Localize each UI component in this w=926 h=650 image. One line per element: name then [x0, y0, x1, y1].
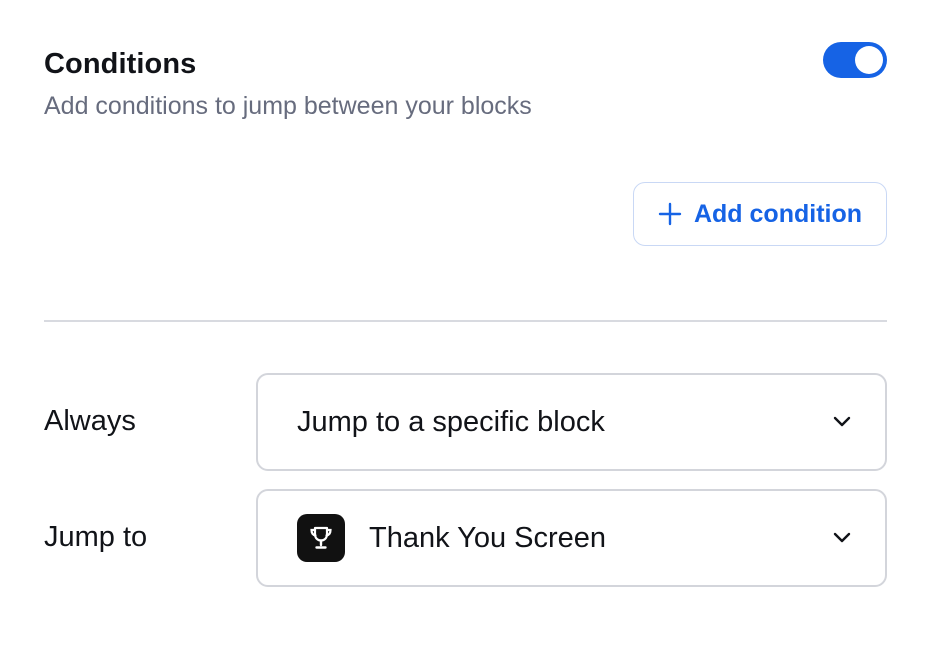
- add-condition-label: Add condition: [693, 199, 863, 228]
- jump-type-select[interactable]: Jump to a specific block: [256, 373, 887, 471]
- page-title: Conditions: [44, 48, 197, 80]
- page-subtitle: Add conditions to jump between your bloc…: [44, 92, 532, 120]
- conditions-panel: Conditions Add conditions to jump betwee…: [0, 0, 926, 650]
- chevron-down-icon: [833, 416, 851, 428]
- conditions-toggle[interactable]: [823, 42, 887, 78]
- jump-type-value: Jump to a specific block: [297, 405, 605, 438]
- jump-to-label: Jump to: [44, 521, 148, 553]
- jump-target-select[interactable]: Thank You Screen: [256, 489, 887, 587]
- plus-icon: [658, 202, 682, 226]
- jump-target-value: Thank You Screen: [369, 521, 607, 554]
- add-condition-button[interactable]: Add condition: [633, 182, 887, 246]
- chevron-down-icon: [833, 532, 851, 544]
- toggle-knob: [855, 46, 883, 74]
- always-label: Always: [44, 405, 136, 437]
- divider: [44, 320, 887, 322]
- trophy-icon: [297, 514, 345, 562]
